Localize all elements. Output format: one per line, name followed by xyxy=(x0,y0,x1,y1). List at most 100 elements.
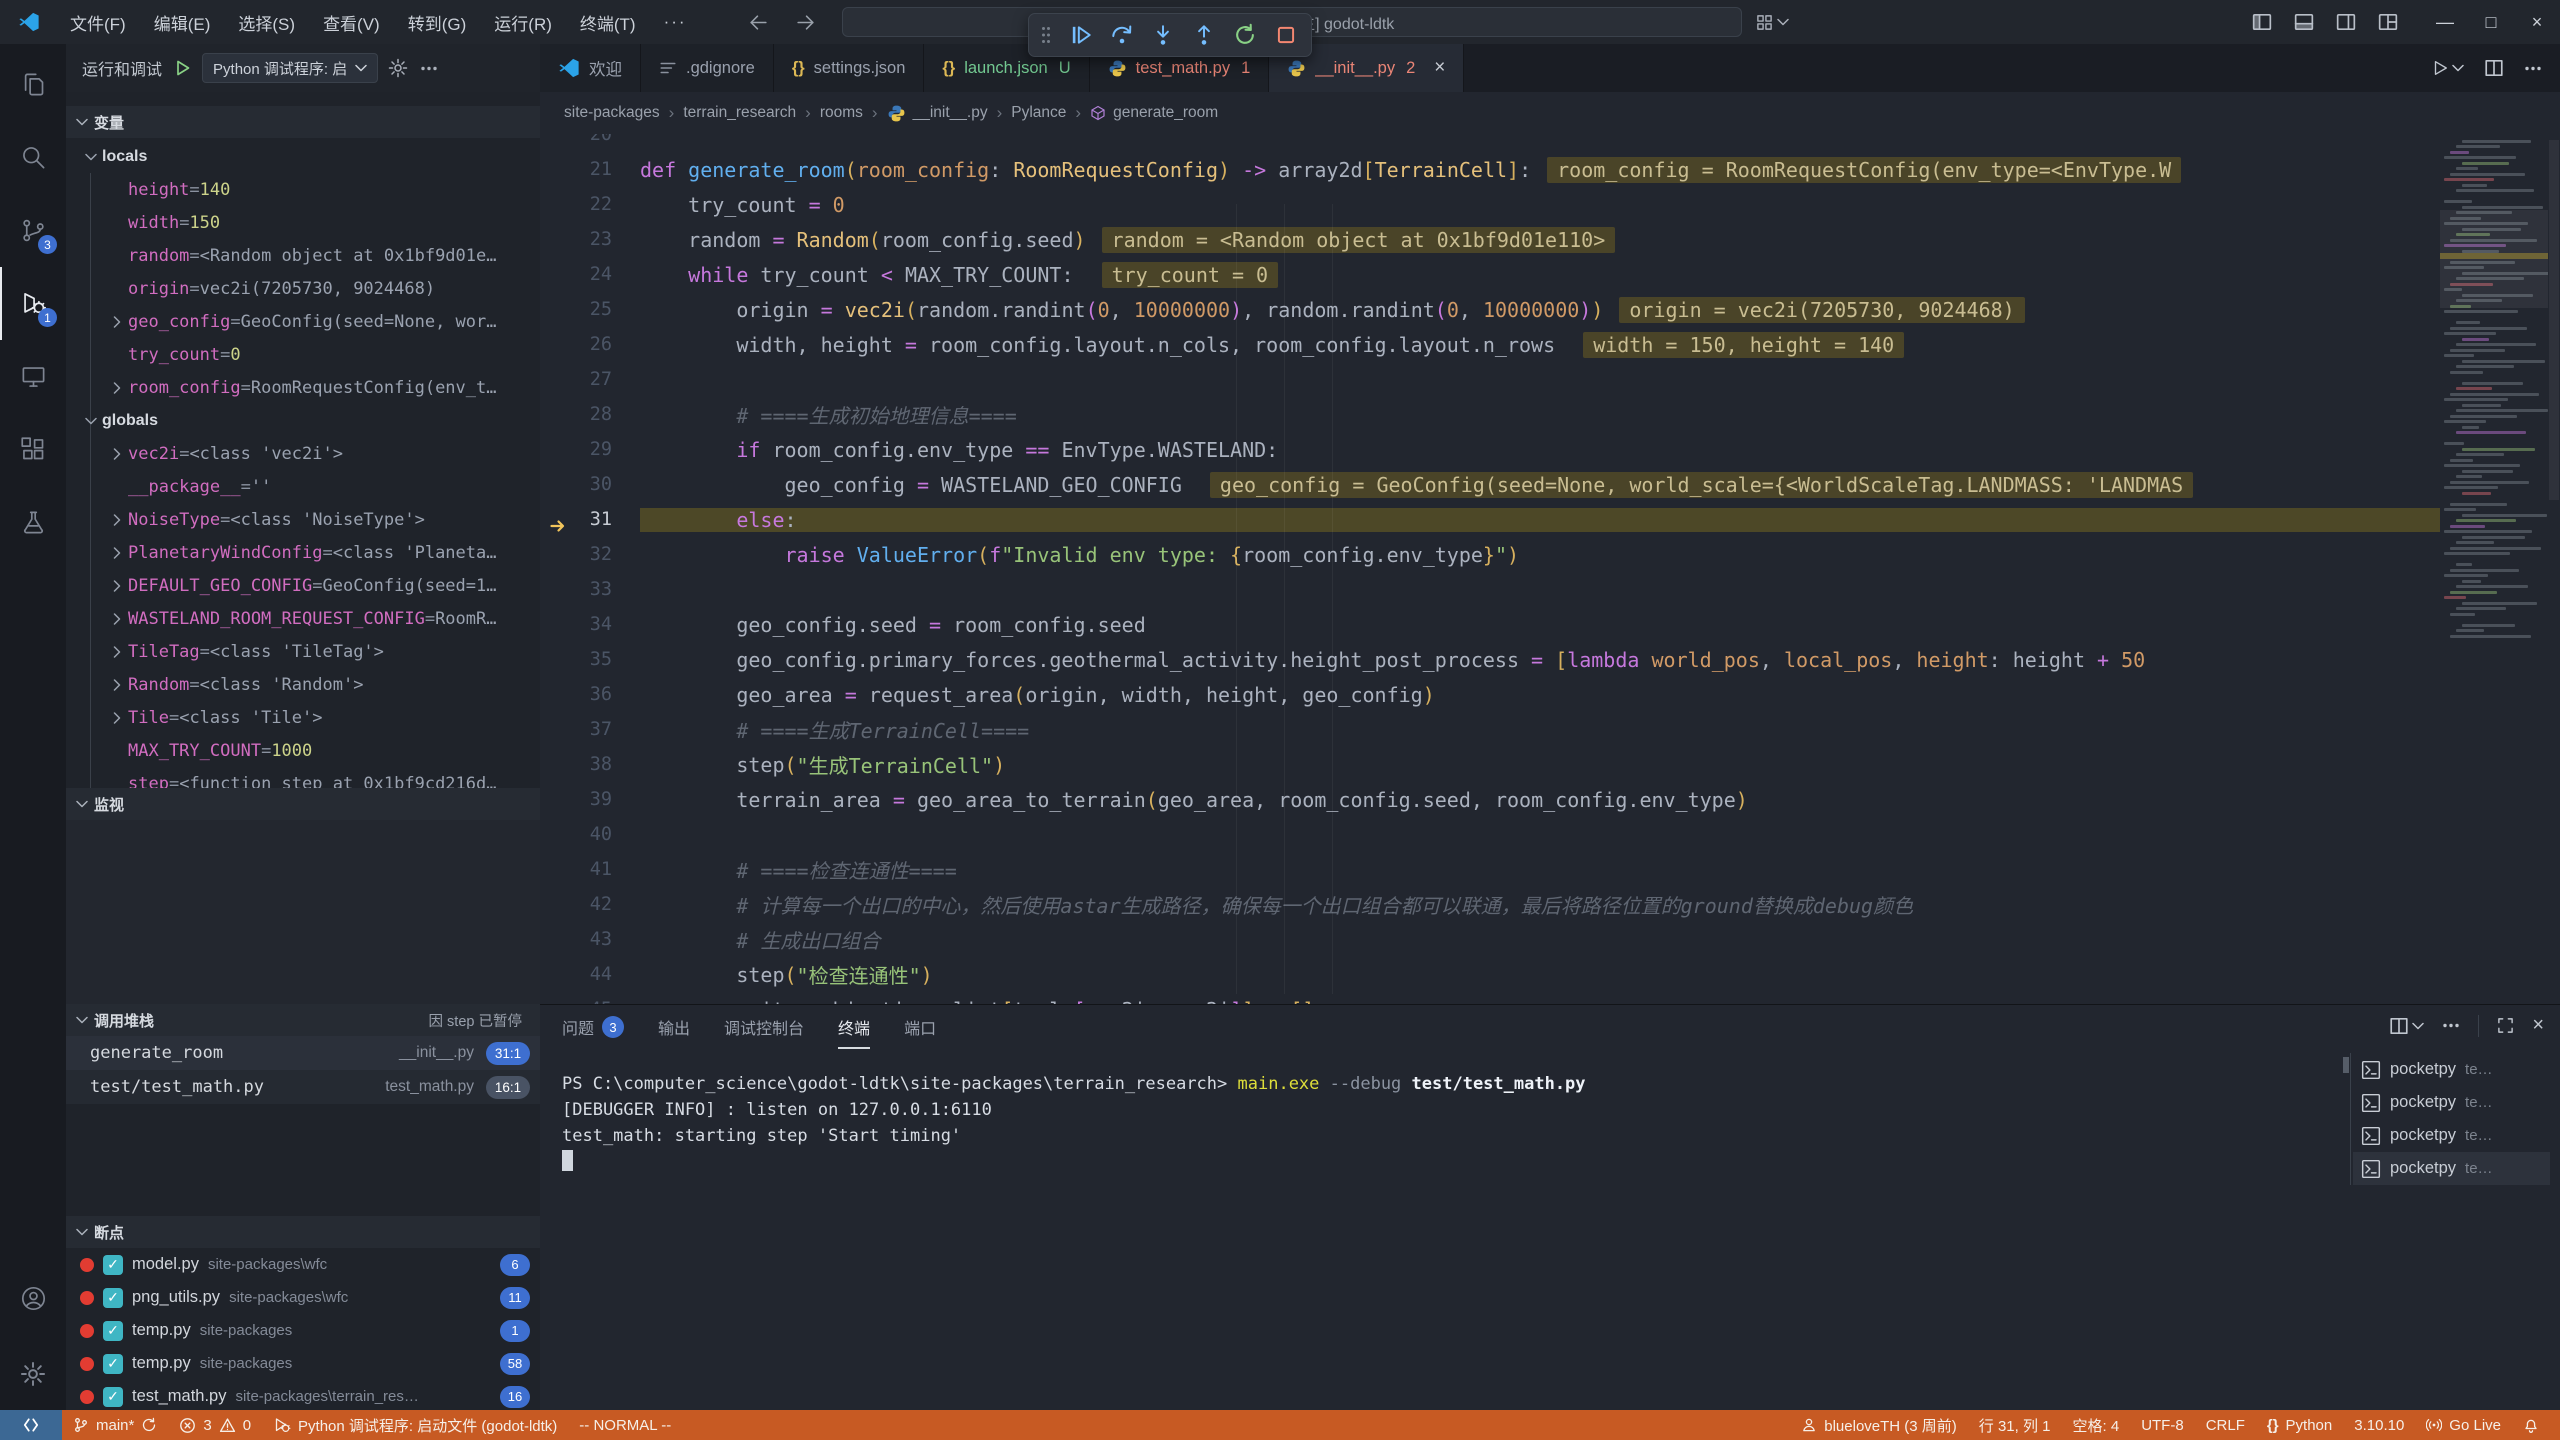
breakpoint-row-3[interactable]: ✓temp.pysite-packages58 xyxy=(66,1347,540,1380)
breadcrumb-item-terrain_research[interactable]: terrain_research xyxy=(683,104,796,122)
editor-scrollbar[interactable] xyxy=(2548,134,2560,1004)
menu-item-E[interactable]: 编辑(E) xyxy=(140,0,225,44)
code-line-23[interactable]: 23 random = Random(room_config.seed)rand… xyxy=(540,222,2440,257)
variable-row-Random[interactable]: Random = <class 'Random'> xyxy=(66,668,540,701)
code-line-42[interactable]: 42 # 计算每一个出口的中心，然后使用astar生成路径，确保每一个出口组合都… xyxy=(540,887,2440,922)
branch-status[interactable]: main* xyxy=(62,1410,168,1440)
encoding[interactable]: UTF-8 xyxy=(2130,1410,2195,1440)
toggle-secondary-sidebar-icon[interactable] xyxy=(2336,12,2356,32)
code-line-35[interactable]: 35 geo_config.primary_forces.geothermal_… xyxy=(540,642,2440,677)
code-line-30[interactable]: 30 geo_config = WASTELAND_GEO_CONFIG geo… xyxy=(540,467,2440,502)
vim-mode[interactable]: -- NORMAL -- xyxy=(568,1410,682,1440)
more-icon[interactable] xyxy=(2442,1022,2460,1029)
toggle-sidebar-icon[interactable] xyxy=(2252,12,2272,32)
panel-tab-端口[interactable]: 端口 xyxy=(904,1005,936,1049)
customize-layout-icon[interactable] xyxy=(2378,12,2398,32)
activity-remote-explorer[interactable] xyxy=(0,340,66,413)
panel-tab-终端[interactable]: 终端 xyxy=(838,1005,870,1049)
code-line-34[interactable]: 34 geo_config.seed = room_config.seed xyxy=(540,607,2440,642)
python-version[interactable]: 3.10.10 xyxy=(2343,1410,2415,1440)
forward-icon[interactable] xyxy=(795,12,816,33)
code-line-20[interactable]: 20 xyxy=(540,134,2440,152)
variable-row-random[interactable]: random = <Random object at 0x1bf9d01e… xyxy=(66,239,540,272)
activity-testing[interactable] xyxy=(0,486,66,559)
debug-config-select[interactable]: Python 调试程序: 启 xyxy=(202,53,378,83)
debug-stop-button[interactable] xyxy=(1273,20,1299,50)
start-debug-icon[interactable] xyxy=(172,58,192,78)
close-button[interactable]: × xyxy=(2514,0,2560,44)
code-line-33[interactable]: 33 xyxy=(540,572,2440,607)
toggle-panel-icon[interactable] xyxy=(2294,12,2314,32)
activity-run-debug[interactable]: 1 xyxy=(0,267,66,340)
debug-session-status[interactable]: Python 调试程序: 启动文件 (godot-ldtk) xyxy=(262,1410,568,1440)
tab-[interactable]: 欢迎 xyxy=(540,44,641,92)
variable-row-height[interactable]: height = 140 xyxy=(66,173,540,206)
terminal-output[interactable]: PS C:\computer_science\godot-ldtk\site-p… xyxy=(562,1071,1586,1175)
breakpoint-row-4[interactable]: ✓test_math.pysite-packages\terrain_res…1… xyxy=(66,1380,540,1410)
debug-continue-button[interactable] xyxy=(1068,20,1094,50)
variable-row-NoiseType[interactable]: NoiseType = <class 'NoiseType'> xyxy=(66,503,540,536)
terminal-entry-2[interactable]: pocketpyte… xyxy=(2353,1119,2550,1152)
code-line-24[interactable]: 24 while try_count < MAX_TRY_COUNT: try_… xyxy=(540,257,2440,292)
debug-step-over-button[interactable] xyxy=(1109,20,1135,50)
breakpoint-row-2[interactable]: ✓temp.pysite-packages1 xyxy=(66,1314,540,1347)
more-icon[interactable] xyxy=(420,65,438,72)
menu-item-V[interactable]: 查看(V) xyxy=(309,0,394,44)
variable-row-Tile[interactable]: Tile = <class 'Tile'> xyxy=(66,701,540,734)
debug-step-into-button[interactable] xyxy=(1150,20,1176,50)
eol[interactable]: CRLF xyxy=(2195,1410,2256,1440)
panel-tab-调试控制台[interactable]: 调试控制台 xyxy=(724,1005,804,1049)
code-line-40[interactable]: 40 xyxy=(540,817,2440,852)
debug-step-out-button[interactable] xyxy=(1191,20,1217,50)
variable-row-TileTag[interactable]: TileTag = <class 'TileTag'> xyxy=(66,635,540,668)
split-terminal-button[interactable] xyxy=(2389,1016,2424,1036)
callstack-frame-0[interactable]: generate_room__init__.py31:1 xyxy=(66,1036,540,1070)
menu-item-F[interactable]: 文件(F) xyxy=(56,0,140,44)
panel-tab-输出[interactable]: 输出 xyxy=(658,1005,690,1049)
breadcrumb-item-generate_room[interactable]: generate_room xyxy=(1090,104,1218,122)
variable-row-origin[interactable]: origin = vec2i(7205730, 9024468) xyxy=(66,272,540,305)
variables-group-locals[interactable]: locals xyxy=(66,140,540,173)
variable-row-try_count[interactable]: try_count = 0 xyxy=(66,338,540,371)
code-line-31[interactable]: 31 else: xyxy=(540,502,2440,537)
variable-row-MAX_TRY_COUNT[interactable]: MAX_TRY_COUNT = 1000 xyxy=(66,734,540,767)
variables-section-header[interactable]: 变量 xyxy=(66,106,540,138)
activity-search[interactable] xyxy=(0,121,66,194)
blame-status[interactable]: blueloveTH (3 周前) xyxy=(1790,1410,1968,1440)
menu-item-R[interactable]: 运行(R) xyxy=(480,0,566,44)
language-mode[interactable]: {} Python xyxy=(2256,1410,2343,1440)
code-line-39[interactable]: 39 terrain_area = geo_area_to_terrain(ge… xyxy=(540,782,2440,817)
window-profile-button[interactable] xyxy=(1756,0,1789,44)
breakpoint-checkbox[interactable]: ✓ xyxy=(103,1387,123,1407)
indentation[interactable]: 空格: 4 xyxy=(2062,1410,2131,1440)
run-file-button[interactable] xyxy=(2431,59,2464,77)
code-line-37[interactable]: 37 # ====生成TerrainCell==== xyxy=(540,712,2440,747)
more-icon[interactable] xyxy=(2524,65,2542,72)
close-icon[interactable]: × xyxy=(1434,57,1445,79)
minimize-button[interactable]: — xyxy=(2422,0,2468,44)
breakpoint-row-0[interactable]: ✓model.pysite-packages\wfc6 xyxy=(66,1248,540,1281)
maximize-panel-icon[interactable] xyxy=(2497,1017,2514,1034)
breadcrumb-item-Pylance[interactable]: Pylance xyxy=(1011,104,1066,122)
callstack-section-header[interactable]: 调用堆栈 因 step 已暂停 xyxy=(66,1004,540,1036)
watch-body[interactable] xyxy=(66,820,540,1004)
split-editor-icon[interactable] xyxy=(2484,58,2504,78)
breakpoint-checkbox[interactable]: ✓ xyxy=(103,1321,123,1341)
gear-icon[interactable] xyxy=(388,58,408,78)
drag-handle-icon[interactable] xyxy=(1041,26,1051,44)
breadcrumb-item-__init__py[interactable]: __init__.py xyxy=(887,104,988,123)
terminal-entry-3[interactable]: pocketpyte… xyxy=(2353,1152,2550,1185)
maximize-button[interactable]: □ xyxy=(2468,0,2514,44)
code-line-38[interactable]: 38 step("生成TerrainCell") xyxy=(540,747,2440,782)
menu-item-T[interactable]: 终端(T) xyxy=(566,0,650,44)
activity-account[interactable] xyxy=(0,1262,66,1335)
breakpoint-checkbox[interactable]: ✓ xyxy=(103,1288,123,1308)
variable-row-WASTELAND_ROOM_REQUEST_CONFIG[interactable]: WASTELAND_ROOM_REQUEST_CONFIG = RoomR… xyxy=(66,602,540,635)
variable-row-__package__[interactable]: __package__ = '' xyxy=(66,470,540,503)
menu-more-button[interactable]: ··· xyxy=(650,12,701,32)
breakpoints-section-header[interactable]: 断点 xyxy=(66,1216,540,1248)
variable-row-geo_config[interactable]: geo_config = GeoConfig(seed=None, wor… xyxy=(66,305,540,338)
variable-row-vec2i[interactable]: vec2i = <class 'vec2i'> xyxy=(66,437,540,470)
code-line-21[interactable]: 21def generate_room(room_config: RoomReq… xyxy=(540,152,2440,187)
variable-row-step[interactable]: step = <function step at 0x1bf9cd216d… xyxy=(66,767,540,788)
